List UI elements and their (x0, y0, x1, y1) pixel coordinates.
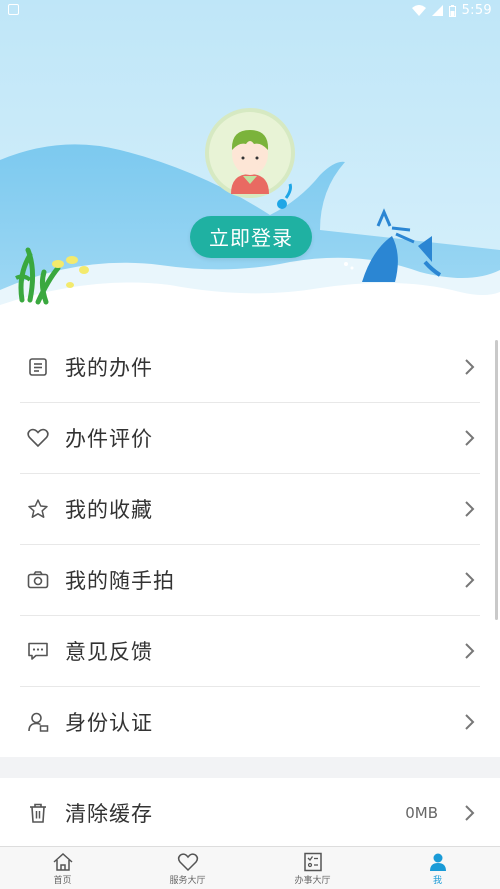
checklist-icon (303, 852, 322, 872)
tab-label: 我 (432, 876, 442, 886)
clear-cache-item[interactable]: 清除缓存 0MB (20, 778, 480, 848)
menu-item-label: 我的随手拍 (65, 569, 175, 593)
chevron-right-icon (465, 805, 475, 821)
settings-menu: 清除缓存 0MB (0, 778, 500, 848)
menu-item-identity-verification[interactable]: 身份认证 (20, 687, 480, 757)
battery-icon (448, 4, 456, 17)
menu-item-my-tasks[interactable]: 我的办件 (20, 332, 480, 403)
menu-item-label: 办件评价 (65, 427, 153, 451)
notification-icon (8, 4, 19, 15)
profile-menu: 我的办件 办件评价 我的收藏 我的随手拍 意见反馈 身份认证 (0, 332, 500, 757)
home-icon (53, 852, 72, 871)
signal-icon (431, 5, 443, 16)
tab-label: 服务大厅 (169, 876, 206, 886)
camera-icon (27, 569, 49, 591)
login-button[interactable]: 立即登录 (190, 216, 312, 258)
tab-home[interactable]: 首页 (0, 847, 125, 889)
child-avatar-icon (231, 130, 269, 194)
scrollbar[interactable] (495, 340, 498, 620)
bottom-tab-bar: 首页 服务大厅 办事大厅 我 (0, 846, 500, 889)
chevron-right-icon (465, 501, 475, 517)
menu-item-label: 我的办件 (65, 356, 153, 380)
cache-size: 0MB (405, 804, 438, 822)
tab-service-hall[interactable]: 服务大厅 (125, 847, 250, 889)
menu-item-label: 意见反馈 (65, 640, 153, 664)
person-icon (429, 853, 446, 871)
star-icon (27, 498, 49, 520)
menu-item-my-favorites[interactable]: 我的收藏 (20, 474, 480, 545)
tab-label: 办事大厅 (294, 876, 331, 886)
wifi-icon (411, 5, 426, 16)
menu-item-label: 身份认证 (65, 711, 153, 735)
menu-item-task-review[interactable]: 办件评价 (20, 403, 480, 474)
menu-item-my-photos[interactable]: 我的随手拍 (20, 545, 480, 616)
heart-icon (177, 853, 198, 872)
chevron-right-icon (465, 643, 475, 659)
tab-affairs-hall[interactable]: 办事大厅 (250, 847, 375, 889)
chevron-right-icon (465, 572, 475, 588)
chevron-right-icon (465, 430, 475, 446)
menu-item-feedback[interactable]: 意见反馈 (20, 616, 480, 687)
user-id-icon (27, 711, 49, 733)
status-time: 5:59 (461, 3, 492, 18)
trash-icon (27, 802, 49, 824)
status-bar: 5:59 (0, 0, 500, 22)
chevron-right-icon (465, 359, 475, 375)
chat-bubble-icon (27, 640, 49, 662)
avatar[interactable] (205, 108, 295, 198)
tab-label: 首页 (53, 876, 72, 886)
heart-icon (27, 427, 49, 449)
clear-cache-label: 清除缓存 (65, 802, 153, 826)
menu-item-label: 我的收藏 (65, 498, 153, 522)
document-list-icon (27, 356, 49, 378)
chevron-right-icon (465, 714, 475, 730)
tab-me[interactable]: 我 (375, 847, 500, 889)
